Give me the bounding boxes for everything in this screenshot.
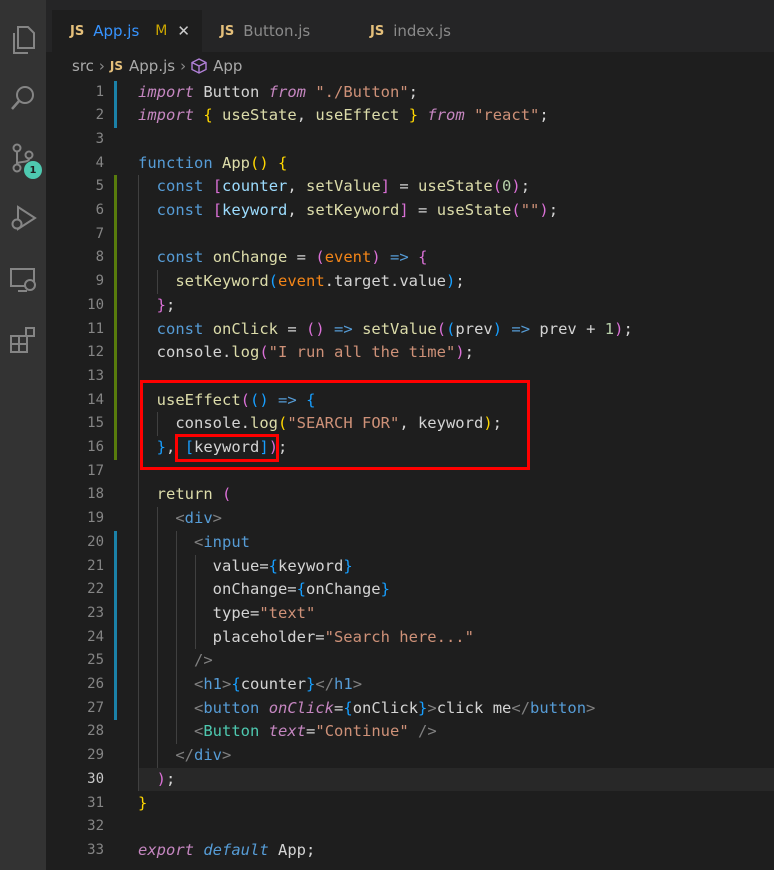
breadcrumb: src › JS App.js › App bbox=[46, 52, 774, 80]
js-file-icon: JS bbox=[220, 23, 235, 39]
code-line[interactable]: console.log("I run all the time"); bbox=[138, 341, 474, 365]
code-line[interactable]: setKeyword(event.target.value); bbox=[138, 270, 464, 294]
line-number: 23 bbox=[87, 604, 104, 621]
line-number: 6 bbox=[95, 202, 104, 218]
code-line[interactable]: type="text" bbox=[138, 602, 316, 626]
source-control-badge: 1 bbox=[24, 161, 42, 179]
tab-index-js[interactable]: JS index.js bbox=[370, 10, 451, 52]
line-number: 29 bbox=[87, 747, 104, 764]
line-number: 19 bbox=[87, 510, 104, 527]
code-line[interactable]: <h1>{counter}</h1> bbox=[138, 673, 362, 697]
line-number: 8 bbox=[95, 249, 104, 266]
line-number: 33 bbox=[87, 841, 104, 858]
line-number: 14 bbox=[87, 391, 104, 408]
chevron-right-icon: › bbox=[98, 57, 105, 75]
line-number: 4 bbox=[95, 154, 104, 171]
code-line[interactable]: export default App; bbox=[138, 839, 315, 863]
code-line[interactable]: onChange={onChange} bbox=[138, 578, 390, 602]
gutter-change-marker bbox=[114, 80, 117, 128]
code-line[interactable]: <Button text="Continue" /> bbox=[138, 720, 437, 744]
line-number: 12 bbox=[87, 344, 104, 361]
breadcrumb-folder[interactable]: src bbox=[72, 57, 94, 75]
code-line[interactable]: function App() { bbox=[138, 152, 287, 176]
breadcrumb-symbol[interactable]: App bbox=[213, 57, 242, 75]
line-number: 27 bbox=[87, 699, 104, 716]
line-number: 11 bbox=[87, 320, 104, 337]
line-number: 16 bbox=[87, 439, 104, 455]
line-number: 20 bbox=[87, 533, 104, 550]
close-icon[interactable]: ✕ bbox=[177, 22, 190, 40]
search-icon[interactable] bbox=[5, 80, 41, 116]
highlight-box-dependency-array bbox=[175, 434, 279, 462]
line-number: 31 bbox=[87, 794, 104, 811]
code-line[interactable]: /> bbox=[138, 649, 213, 673]
chevron-right-icon: › bbox=[180, 57, 187, 75]
line-number: 22 bbox=[87, 581, 104, 598]
code-line[interactable]: const onChange = (event) => { bbox=[138, 246, 428, 270]
tab-label: Button.js bbox=[243, 22, 311, 40]
run-debug-icon[interactable] bbox=[5, 200, 41, 236]
code-line[interactable]: <div> bbox=[138, 507, 222, 531]
code-line[interactable]: placeholder="Search here..." bbox=[138, 626, 474, 650]
code-line[interactable]: </div> bbox=[138, 744, 231, 768]
code-line[interactable]: import { useState, useEffect } from "rea… bbox=[138, 104, 549, 128]
js-file-icon: JS bbox=[70, 23, 85, 39]
tab-label: index.js bbox=[393, 22, 451, 40]
tab-app-js[interactable]: JS App.js M ✕ bbox=[52, 10, 202, 52]
code-line[interactable]: const [keyword, setKeyword] = useState("… bbox=[138, 199, 558, 223]
gutter-change-marker bbox=[114, 175, 117, 460]
tab-label: App.js bbox=[93, 22, 140, 40]
line-number: 9 bbox=[95, 273, 104, 290]
code-line[interactable]: <button onClick={onClick}>click me</butt… bbox=[138, 697, 595, 721]
js-file-icon: JS bbox=[370, 23, 385, 39]
cube-icon bbox=[191, 58, 207, 74]
code-line[interactable]: const onClick = () => setValue((prev) =>… bbox=[138, 318, 633, 342]
explorer-icon[interactable] bbox=[5, 22, 41, 58]
tab-button-js[interactable]: JS Button.js bbox=[220, 10, 310, 52]
line-number: 3 bbox=[95, 130, 104, 147]
line-number: 32 bbox=[87, 818, 104, 835]
line-number: 17 bbox=[87, 462, 104, 479]
tab-bar: JS App.js M ✕ JS Button.js JS index.js bbox=[46, 0, 774, 52]
line-number: 7 bbox=[95, 225, 104, 242]
js-file-icon: JS bbox=[109, 59, 124, 73]
line-number: 15 bbox=[87, 415, 104, 432]
code-line[interactable]: <input bbox=[138, 531, 250, 555]
code-line[interactable]: }; bbox=[138, 294, 176, 318]
remote-explorer-icon[interactable] bbox=[5, 262, 41, 298]
line-number: 13 bbox=[87, 367, 104, 384]
code-editor[interactable]: 1 import Button from "./Button"; 2 import {… bbox=[46, 80, 774, 870]
breadcrumb-file[interactable]: App.js bbox=[129, 57, 175, 75]
line-number: 26 bbox=[87, 676, 104, 692]
current-line-highlight bbox=[138, 767, 774, 792]
code-line[interactable]: const [counter, setValue] = useState(0); bbox=[138, 175, 530, 199]
line-number: 2 bbox=[95, 107, 104, 124]
line-number: 5 bbox=[95, 178, 104, 195]
modified-indicator: M bbox=[155, 23, 168, 39]
line-number: 28 bbox=[87, 723, 104, 740]
line-number: 10 bbox=[87, 296, 104, 313]
extensions-icon[interactable] bbox=[5, 322, 41, 358]
line-number: 18 bbox=[87, 486, 104, 503]
line-number: 1 bbox=[95, 83, 104, 100]
code-line[interactable]: return ( bbox=[138, 483, 232, 507]
activity-bar: 1 bbox=[0, 0, 46, 870]
code-line[interactable]: ); bbox=[138, 768, 176, 792]
code-line[interactable]: value={keyword} bbox=[138, 555, 353, 579]
code-line[interactable]: import Button from "./Button"; bbox=[138, 81, 418, 105]
code-line[interactable]: } bbox=[138, 792, 147, 816]
line-number: 21 bbox=[87, 557, 104, 574]
line-number: 30 bbox=[87, 770, 104, 787]
gutter-change-marker bbox=[114, 530, 117, 721]
line-number: 25 bbox=[87, 652, 104, 669]
line-number: 24 bbox=[87, 628, 104, 645]
